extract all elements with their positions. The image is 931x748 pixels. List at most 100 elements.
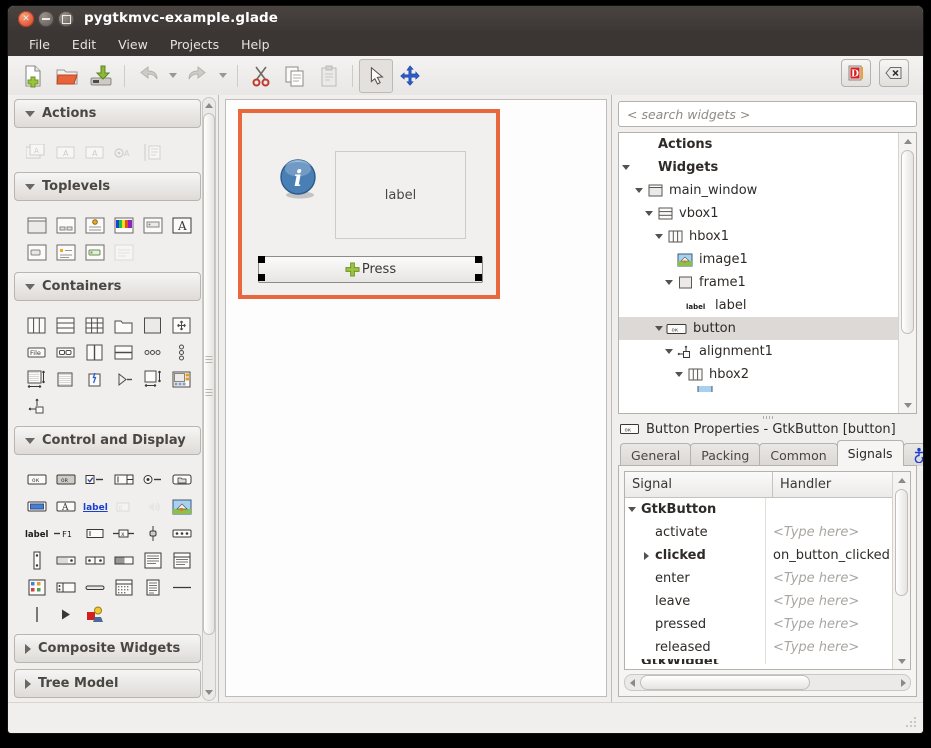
vscale-icon[interactable] — [138, 520, 167, 547]
table-row[interactable]: activate <Type here> — [625, 521, 893, 544]
text-view-icon[interactable] — [138, 547, 167, 574]
chevron-down-icon[interactable] — [619, 165, 632, 170]
tree-item-vbox1[interactable]: vbox1 — [619, 202, 899, 225]
radio-button-icon[interactable] — [138, 466, 167, 493]
scroll-right-icon[interactable] — [896, 675, 910, 690]
cut-icon[interactable] — [244, 59, 278, 93]
undo-dropdown-icon[interactable] — [165, 59, 181, 93]
signal-handler[interactable]: <Type here> — [766, 613, 893, 636]
chevron-right-icon[interactable] — [639, 551, 653, 560]
scroll-down-icon[interactable] — [901, 398, 914, 412]
vbox-icon[interactable] — [51, 312, 80, 339]
notebook-icon[interactable] — [109, 312, 138, 339]
copy-icon[interactable] — [278, 59, 312, 93]
layout-icon[interactable] — [167, 366, 196, 393]
palette-scrollbar[interactable] — [202, 97, 216, 701]
tab-signals[interactable]: Signals — [836, 440, 904, 466]
chevron-down-icon[interactable] — [652, 234, 665, 239]
clear-icon[interactable] — [879, 59, 909, 87]
hscale-icon[interactable] — [167, 520, 196, 547]
file-chooser-button-icon[interactable] — [167, 466, 196, 493]
selection-handle[interactable] — [258, 274, 265, 281]
column-header-signal[interactable]: Signal — [625, 472, 773, 497]
undo-icon[interactable] — [131, 59, 165, 93]
selection-handle[interactable] — [258, 256, 265, 263]
signal-handler[interactable]: <Type here> — [766, 590, 893, 613]
widget-tree[interactable]: Actions Widgets main_window vbox1 hbox1 … — [619, 133, 899, 413]
vpaned-icon[interactable] — [109, 339, 138, 366]
open-folder-icon[interactable] — [50, 59, 84, 93]
menu-item-file[interactable]: File — [18, 35, 61, 54]
table-row[interactable]: released <Type here> — [625, 636, 893, 659]
hpaned-icon[interactable] — [80, 339, 109, 366]
table-row[interactable]: clicked on_button_clicked — [625, 544, 893, 567]
signals-table[interactable]: Signal Handler GtkButton activate <Type … — [624, 471, 911, 670]
signals-scrollbar-thumb[interactable] — [895, 489, 908, 596]
tree-view-icon[interactable] — [51, 574, 80, 601]
signal-handler[interactable]: <Type here> — [766, 567, 893, 590]
tree-item-widgets[interactable]: Widgets — [619, 156, 899, 179]
tree-item-image1[interactable]: image1 — [619, 248, 899, 271]
signal-handler[interactable]: on_button_clicked — [766, 544, 893, 567]
font-chooser-icon[interactable]: A — [167, 212, 196, 239]
tree-item-frame1[interactable]: frame1 — [619, 271, 899, 294]
tab-accessibility[interactable] — [902, 443, 923, 466]
pointer-select-icon[interactable] — [359, 58, 393, 93]
toggle-button-icon[interactable]: oʀ — [51, 466, 80, 493]
aspect-frame-icon[interactable] — [138, 366, 167, 393]
menu-item-help[interactable]: Help — [230, 35, 281, 54]
window-icon[interactable] — [22, 212, 51, 239]
palette-group-control-and-display[interactable]: Control and Display — [14, 426, 201, 455]
entry-icon[interactable] — [80, 520, 109, 547]
dialog-icon[interactable] — [51, 212, 80, 239]
chevron-down-icon[interactable] — [652, 326, 665, 331]
signals-scrollbar[interactable] — [892, 472, 910, 669]
alignment-box-icon[interactable] — [167, 312, 196, 339]
minimize-icon[interactable] — [38, 11, 54, 27]
hbutton-dots-icon[interactable] — [138, 339, 167, 366]
palette-scrollbar-thumb[interactable] — [203, 113, 215, 635]
signals-hscrollbar[interactable] — [624, 674, 911, 691]
paste-icon[interactable] — [312, 59, 346, 93]
label-icon[interactable]: label — [22, 520, 51, 547]
hseparator-icon[interactable] — [167, 574, 196, 601]
tree-item-actions[interactable]: Actions — [619, 133, 899, 156]
separator-bar-icon[interactable] — [80, 574, 109, 601]
scroll-down-icon[interactable] — [203, 686, 215, 699]
signal-handler[interactable]: <Type here> — [766, 521, 893, 544]
color-button-icon[interactable] — [22, 493, 51, 520]
chevron-down-icon[interactable] — [632, 188, 645, 193]
column-header-handler[interactable]: Handler — [773, 472, 893, 497]
frame1-preview[interactable]: label — [335, 151, 466, 239]
frame-icon[interactable] — [138, 312, 167, 339]
press-button-preview[interactable]: Press — [258, 256, 483, 283]
palette-group-toplevels[interactable]: Toplevels — [14, 172, 201, 201]
menu-item-view[interactable]: View — [107, 35, 159, 54]
drag-resize-icon[interactable] — [393, 59, 427, 93]
chevron-down-icon[interactable] — [672, 372, 685, 377]
scroll-up-icon[interactable] — [901, 134, 914, 148]
new-file-icon[interactable] — [16, 59, 50, 93]
spin-button-icon[interactable] — [109, 466, 138, 493]
menu-item-edit[interactable]: Edit — [61, 35, 107, 54]
input-dialog-icon[interactable] — [22, 239, 51, 266]
table-row[interactable]: leave <Type here> — [625, 590, 893, 613]
window-resize-grip[interactable] — [905, 716, 918, 729]
hscrollbar-icon[interactable] — [51, 547, 80, 574]
link-button-icon[interactable]: label — [80, 493, 109, 520]
chevron-down-icon[interactable] — [642, 211, 655, 216]
selection-handle[interactable] — [475, 274, 482, 281]
palette-group-composite-widgets[interactable]: Composite Widgets — [14, 634, 201, 663]
tree-item-partial[interactable] — [619, 386, 899, 392]
scroll-down-icon[interactable] — [895, 654, 908, 668]
selection-handle[interactable] — [475, 256, 482, 263]
documentation-icon[interactable]: D — [841, 59, 871, 87]
expander-icon[interactable] — [109, 366, 138, 393]
radio-action-icon[interactable]: A — [109, 139, 138, 166]
close-icon[interactable]: ✕ — [18, 11, 34, 27]
tree-scrollbar-thumb[interactable] — [901, 150, 914, 334]
button-box-icon[interactable] — [51, 339, 80, 366]
font-button-icon[interactable]: A — [51, 493, 80, 520]
chevron-down-icon[interactable] — [625, 507, 639, 512]
icon-view-icon[interactable] — [22, 574, 51, 601]
